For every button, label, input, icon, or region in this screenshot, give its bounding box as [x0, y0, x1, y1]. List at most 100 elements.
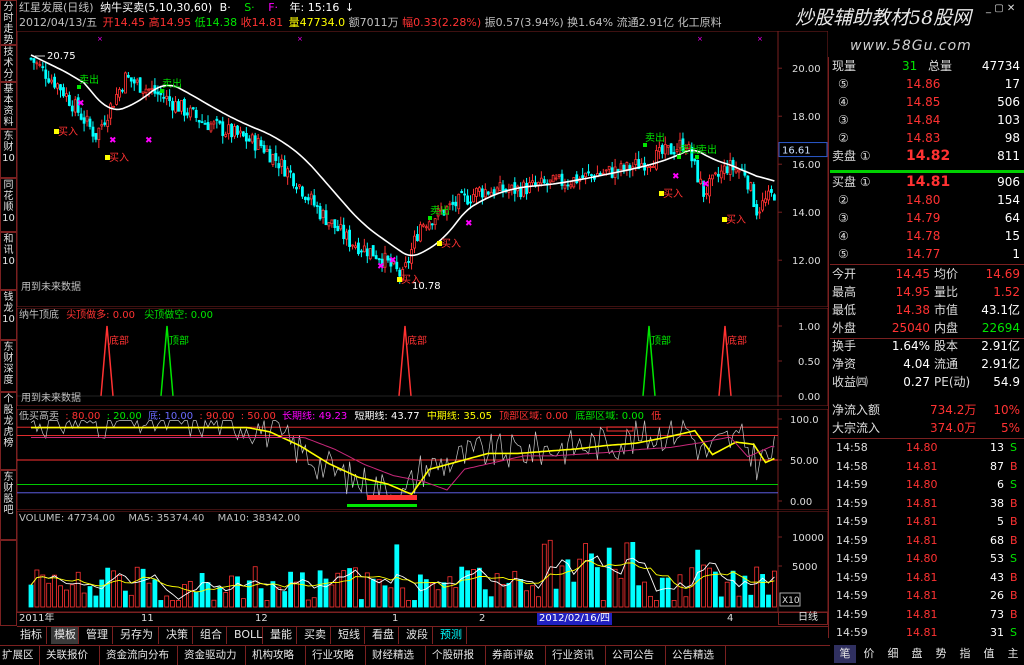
bottom-tab[interactable]: 资金驱动力 [182, 646, 246, 665]
left-tab-label: 技术分析 [3, 47, 14, 81]
candle [640, 158, 644, 167]
bottom-tab[interactable]: 扩展区 [0, 646, 40, 665]
stat-key: 今开 [832, 267, 857, 281]
candle [593, 174, 596, 182]
ma10-label: MA10: 38342.00 [217, 513, 301, 524]
left-tab-8[interactable]: 个股龙虎榜 [0, 392, 17, 470]
lowbuy-panel[interactable] [17, 409, 778, 510]
bottom-tab[interactable]: 行业攻略 [310, 646, 366, 665]
volume-bar [252, 566, 258, 608]
left-tab-6[interactable]: 钱龙10 [0, 290, 17, 340]
left-tab-4[interactable]: 同花顺10 [0, 178, 17, 232]
peak-label: 底部 [407, 334, 427, 347]
right-tab[interactable]: 细 [882, 645, 904, 663]
close-icon[interactable]: ✕ [1007, 3, 1015, 14]
stat-key: 最低 [832, 303, 857, 317]
right-tab[interactable]: 价 [858, 645, 880, 663]
right-tab[interactable]: 指 [954, 645, 976, 663]
volume-bar [299, 572, 305, 608]
candle [773, 193, 776, 201]
bottom-tab[interactable]: 资金流向分布 [104, 646, 178, 665]
candle [354, 241, 357, 250]
left-tab-2[interactable]: 基本资料 [0, 82, 17, 129]
toolbar-tab[interactable]: 买卖 [301, 627, 331, 644]
right-tab[interactable]: 主 [1002, 645, 1024, 663]
restore-icon[interactable]: ▢ [994, 3, 1003, 14]
toolbar-tab[interactable]: 看盘 [369, 627, 399, 644]
volume-bar [600, 600, 606, 608]
bottom-tab[interactable]: 公司公告 [610, 646, 666, 665]
bottom-zone-bar [347, 504, 417, 507]
bottom-tab[interactable]: 财经精选 [370, 646, 426, 665]
candle [755, 200, 759, 220]
bottom-tab[interactable]: 关联报价 [44, 646, 100, 665]
bottom-tab[interactable]: 公告精选 [670, 646, 726, 665]
peak-signal: 顶部 [642, 325, 671, 397]
candle [749, 181, 753, 192]
toolbar-tab[interactable]: 预测 [437, 627, 467, 644]
volume-bar [624, 542, 630, 608]
toolbar-tab[interactable]: BOLL [231, 627, 263, 644]
left-tab-1[interactable]: 技术分析 [0, 45, 17, 82]
trade-direction: B [1010, 515, 1018, 528]
candle [752, 181, 756, 208]
right-tab[interactable]: 盘 [906, 645, 928, 663]
volume-bar [559, 565, 565, 608]
stat-key-2: 流通 [934, 357, 959, 371]
volume-bar [99, 579, 105, 608]
price-chart[interactable]: 20.7510.78卖出 卖出卖出卖出卖出卖出买入买入买入买入买入买入✖✖ ✖✖✖✖… [17, 31, 778, 307]
bottom-tab[interactable]: 个股研报 [430, 646, 486, 665]
candle [277, 156, 281, 177]
ask-row: ④ 14.85 506 [830, 94, 1024, 111]
ask-level: ③ [838, 113, 849, 127]
left-tab-9[interactable]: 东财股吧 [0, 470, 17, 540]
toolbar-tab[interactable]: 指标 [17, 627, 47, 644]
window-controls: _ ▢ ✕ [986, 2, 1022, 16]
left-tab-label: 和讯10 [2, 234, 15, 267]
right-tab[interactable]: 值 [978, 645, 1000, 663]
lowbuy-90: : 90.00 [199, 411, 235, 422]
left-tab-3[interactable]: 东财10 [0, 129, 17, 178]
sell-signal-label: 卖出 [162, 77, 182, 90]
toolbar-tab[interactable]: 量能 [267, 627, 297, 644]
stat-row: 今开 14.45 均价 14.69 [830, 266, 1024, 283]
volume-bar [211, 599, 217, 608]
bottom-tab[interactable]: 券商评级 [490, 646, 546, 665]
toolbar-tab[interactable]: 组合 [197, 627, 227, 644]
volume-bar [105, 567, 111, 608]
left-tab-0[interactable]: 分时走势 [0, 0, 17, 45]
trade-direction: S [1010, 478, 1017, 491]
toolbar-tab[interactable]: 决策 [163, 627, 193, 644]
peak-signal: 顶部 [160, 325, 189, 397]
bottom-tab[interactable]: 机构攻略 [250, 646, 306, 665]
minimize-icon[interactable]: _ [986, 3, 991, 14]
trade-row: 14:59 14.80 6 S [830, 476, 1024, 494]
right-tab[interactable]: 势 [930, 645, 952, 663]
period-label[interactable]: 日线 [790, 612, 826, 625]
volume-bar [512, 570, 518, 608]
left-tab-5[interactable]: 和讯10 [0, 232, 17, 290]
bottom-tab[interactable]: 行业资讯 [550, 646, 606, 665]
trade-volume: 6 [997, 478, 1004, 491]
toolbar-tab[interactable]: 波段 [403, 627, 433, 644]
top-bottom-panel[interactable]: 底部 顶部 底部 顶部 底部 [17, 308, 778, 406]
period-marker: × [297, 35, 303, 43]
trade-price: 14.81 [906, 626, 938, 639]
right-tab[interactable]: 笔 [834, 645, 856, 663]
ask-price: 14.83 [906, 131, 941, 145]
trade-direction: B [1010, 533, 1018, 547]
toolbar-tab[interactable]: 模板 [51, 627, 79, 644]
left-tab-7[interactable]: 东财深度 [0, 340, 17, 392]
volume-bar [701, 564, 706, 608]
volume-bar [205, 582, 211, 608]
volume-panel[interactable] [17, 511, 778, 612]
candle [348, 225, 352, 252]
trade-time: 14:58 [836, 441, 868, 454]
candle [303, 196, 307, 203]
toolbar-tab[interactable]: 管理 [83, 627, 113, 644]
toolbar-tab[interactable]: 短线 [335, 627, 365, 644]
volume-value-label: VOLUME: 47734.00 [19, 513, 116, 524]
candles [29, 57, 776, 284]
net-inflow-pct: 10% [993, 403, 1020, 417]
toolbar-tab[interactable]: 另存为 [117, 627, 159, 644]
